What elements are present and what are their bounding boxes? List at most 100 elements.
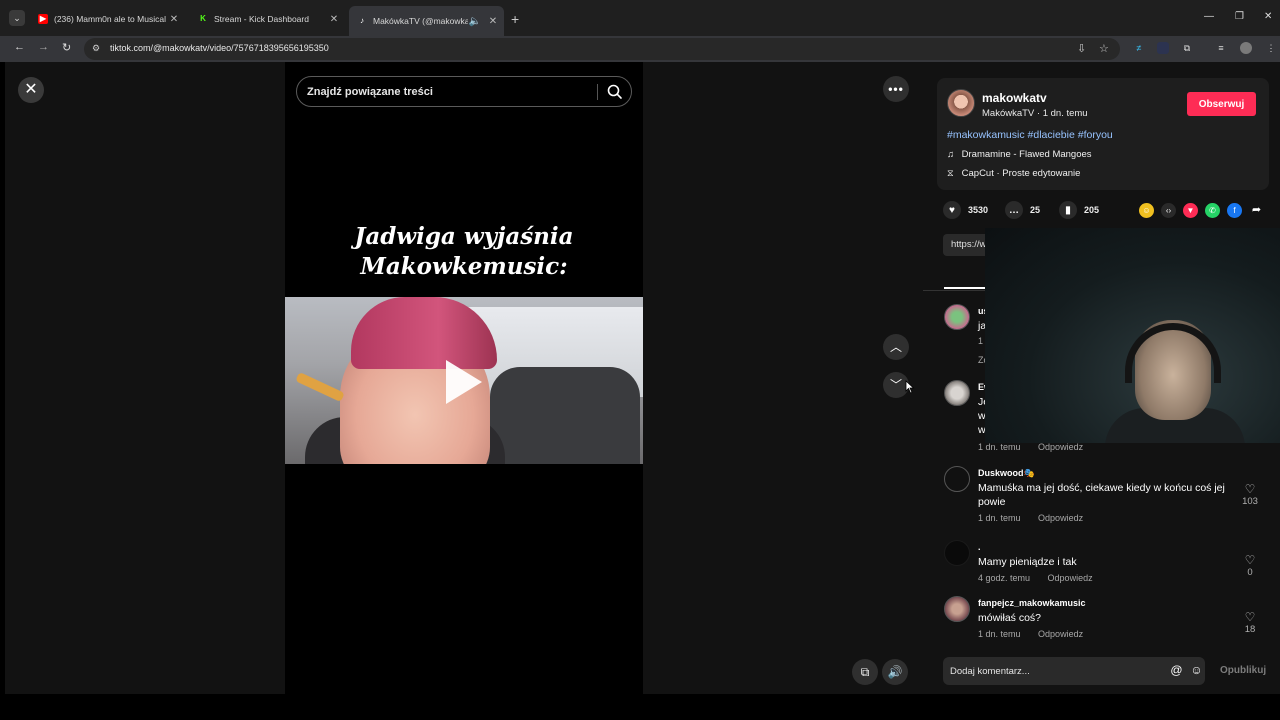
search-icon[interactable] xyxy=(606,83,624,101)
capcut-icon: ⧖ xyxy=(947,168,954,179)
install-app-icon[interactable]: ⇩ xyxy=(1077,42,1086,55)
repost-icon[interactable]: ☺ xyxy=(1139,203,1154,218)
reload-icon[interactable]: ↻ xyxy=(62,41,71,54)
volume-icon[interactable]: 🔊 xyxy=(882,659,908,685)
video-frame[interactable] xyxy=(285,297,643,464)
comment-like-button[interactable]: ♡ 18 xyxy=(1235,610,1265,635)
more-options-icon[interactable]: ••• xyxy=(883,76,909,102)
extension-icon[interactable] xyxy=(1157,42,1169,54)
related-search-input[interactable] xyxy=(307,84,587,100)
browser-tab-youtube[interactable]: ▶ (236) Mamm0n ale to Musical ✕ xyxy=(30,8,185,30)
profile-avatar-icon[interactable] xyxy=(1240,42,1252,54)
bookmark-icon: ▮ xyxy=(1059,201,1077,219)
car-seat xyxy=(490,367,640,464)
comment-input[interactable] xyxy=(950,664,1160,678)
like-button[interactable]: ♥ 3530 xyxy=(943,200,988,220)
comment-like-button[interactable]: ♡ 0 xyxy=(1235,553,1265,578)
close-tab-icon[interactable]: ✕ xyxy=(327,14,341,25)
comment-avatar[interactable] xyxy=(944,380,970,406)
send-icon[interactable]: ▼ xyxy=(1183,203,1198,218)
caption-line-1: Jadwiga wyjaśnia xyxy=(354,223,574,250)
close-video-button[interactable]: ✕ xyxy=(18,77,44,103)
comment-avatar[interactable] xyxy=(944,540,970,566)
mention-icon[interactable]: @ xyxy=(1169,663,1184,678)
tiktok-icon: ♪ xyxy=(360,16,364,25)
video-player[interactable]: Jadwiga wyjaśnia Makowkemusic: xyxy=(285,62,643,694)
comment-like-button[interactable]: ♡ 103 xyxy=(1235,482,1265,507)
media-controls-icon[interactable]: ≡ xyxy=(1215,42,1227,54)
action-bar: ♥ 3530 … 25 ▮ 205 ☺ ‹› ▼ ✆ f ➦ xyxy=(943,200,1273,220)
close-tab-icon[interactable]: ✕ xyxy=(486,16,500,27)
video-caption: Jadwiga wyjaśnia Makowkemusic: xyxy=(285,222,643,282)
webcam-overlay xyxy=(985,228,1280,443)
comment-button[interactable]: … 25 xyxy=(1005,200,1040,220)
capcut-row[interactable]: ⧖ CapCut · Proste edytowanie xyxy=(947,168,1080,179)
share-arrow-icon[interactable]: ➦ xyxy=(1249,203,1264,218)
comment-meta: 1 dn. temu Odpowiedz xyxy=(978,629,1098,639)
comment-username[interactable]: fanpejcz_makowkamusic xyxy=(978,598,1086,608)
tab-title: Stream - Kick Dashboard xyxy=(214,14,309,24)
extensions-puzzle-icon[interactable]: ⧉ xyxy=(1181,42,1193,54)
picture-in-picture-icon[interactable]: ⧉ xyxy=(852,659,878,685)
comment-like-count: 0 xyxy=(1247,567,1253,578)
tab-search-menu-icon[interactable]: ⌄ xyxy=(9,10,25,26)
forward-icon[interactable]: → xyxy=(38,41,49,53)
reply-link[interactable]: Odpowiedz xyxy=(1038,629,1083,639)
extension-translate-icon[interactable]: ≠ xyxy=(1133,42,1145,54)
reply-link[interactable]: Odpowiedz xyxy=(1038,442,1083,452)
url-text[interactable]: tiktok.com/@makowkatv/video/757671839565… xyxy=(110,43,329,53)
kick-icon: K xyxy=(200,14,206,23)
site-info-icon[interactable]: ⚙ xyxy=(92,43,100,54)
comment-text: Mamuśka ma jej dość, ciekawe kiedy w koń… xyxy=(978,482,1225,508)
comment-username[interactable]: . xyxy=(978,542,981,552)
new-tab-button[interactable]: + xyxy=(511,11,519,27)
minimize-icon[interactable]: — xyxy=(1204,11,1214,22)
video-info-card: makowkatv MakówkaTV · 1 dn. temu Obserwu… xyxy=(937,78,1269,190)
facebook-icon[interactable]: f xyxy=(1227,203,1242,218)
address-bar[interactable]: ⚙ tiktok.com/@makowkatv/video/7576718395… xyxy=(84,38,1120,60)
comment-like-count: 103 xyxy=(1242,496,1258,507)
comment-time: 1 dn. temu xyxy=(978,629,1021,639)
music-row[interactable]: ♫ Dramamine - Flawed Mangoes xyxy=(947,149,1092,160)
author-username[interactable]: makowkatv xyxy=(982,91,1047,105)
comment-avatar[interactable] xyxy=(944,596,970,622)
music-title[interactable]: Dramamine - Flawed Mangoes xyxy=(962,149,1092,160)
comment-text: Mamy pieniądze i tak xyxy=(978,556,1077,568)
comment-avatar[interactable] xyxy=(944,304,970,330)
emoji-icon[interactable]: ☺ xyxy=(1189,663,1204,678)
bookmark-star-icon[interactable]: ☆ xyxy=(1099,42,1109,55)
maximize-icon[interactable]: ❐ xyxy=(1235,11,1244,22)
comment-input-box[interactable]: @ ☺ xyxy=(943,657,1205,685)
reply-link[interactable]: Odpowiedz xyxy=(1038,513,1083,523)
caption-line-2: Makowkemusic: xyxy=(360,253,568,280)
window-close-icon[interactable]: ✕ xyxy=(1264,11,1272,22)
follow-button[interactable]: Obserwuj xyxy=(1187,92,1256,116)
heart-icon: ♥ xyxy=(943,201,961,219)
publish-button[interactable]: Opublikuj xyxy=(1220,665,1266,676)
capcut-label[interactable]: CapCut · Proste edytowanie xyxy=(962,168,1081,179)
back-icon[interactable]: ← xyxy=(14,41,25,53)
browser-menu-icon[interactable]: ⋮ xyxy=(1265,42,1277,54)
whatsapp-icon[interactable]: ✆ xyxy=(1205,203,1220,218)
browser-tab-tiktok[interactable]: ♪ MakówkaTV (@makowkatv) 🔈 ✕ xyxy=(349,6,504,36)
reply-link[interactable]: Odpowiedz xyxy=(1048,573,1093,583)
author-subtitle: MakówkaTV · 1 dn. temu xyxy=(982,108,1088,119)
author-avatar[interactable] xyxy=(947,89,975,117)
tab-title: MakówkaTV (@makowkatv) xyxy=(373,16,468,26)
comment-username[interactable]: Duskwood🎭 xyxy=(978,468,1035,479)
hashtags[interactable]: #makowkamusic #dlaciebie #foryou xyxy=(947,129,1113,141)
close-tab-icon[interactable]: ✕ xyxy=(167,14,181,25)
comment-avatar[interactable] xyxy=(944,466,970,492)
comment-item: . Mamy pieniądze i tak 4 godz. temu Odpo… xyxy=(923,540,1280,590)
audio-playing-icon[interactable]: 🔈 xyxy=(468,16,482,27)
heart-outline-icon: ♡ xyxy=(1244,610,1256,624)
browser-tab-kick[interactable]: K Stream - Kick Dashboard ✕ xyxy=(190,8,345,30)
related-search-box[interactable] xyxy=(296,76,632,107)
save-count: 205 xyxy=(1084,205,1100,215)
play-icon[interactable] xyxy=(446,360,482,404)
embed-icon[interactable]: ‹› xyxy=(1161,203,1176,218)
previous-video-icon[interactable]: ︿ xyxy=(883,334,909,360)
comment-text: mówiłaś coś? xyxy=(978,612,1042,624)
save-button[interactable]: ▮ 205 xyxy=(1059,200,1099,220)
comment-time: 4 godz. temu xyxy=(978,573,1031,583)
